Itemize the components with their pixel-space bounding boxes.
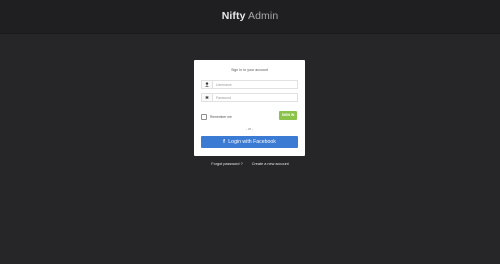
login-panel: Sign In to your account Remember me SIGN — [194, 60, 305, 156]
password-input[interactable] — [213, 93, 298, 102]
remember-me-label[interactable]: Remember me — [210, 115, 232, 120]
asterisk-icon — [205, 95, 209, 100]
create-account-link[interactable]: Create a new account — [252, 161, 289, 167]
forgot-password-link[interactable]: Forgot password ? — [211, 161, 242, 167]
user-icon — [205, 82, 209, 87]
remember-me-checkbox[interactable] — [201, 114, 207, 120]
top-bar: Nifty Admin — [0, 0, 500, 34]
password-field — [201, 93, 298, 102]
footer-links: Forgot password ? Create a new account — [0, 161, 500, 167]
signin-button[interactable]: SIGN IN — [279, 111, 297, 120]
username-addon — [201, 80, 213, 89]
brand-light-text: Admin — [248, 10, 279, 22]
username-input[interactable] — [213, 80, 298, 89]
username-field — [201, 80, 298, 89]
brand-bold-text: Nifty — [221, 10, 246, 22]
password-addon — [201, 93, 213, 102]
facebook-login-button[interactable]: f Login with Facebook — [201, 136, 298, 148]
or-divider: - or - — [246, 127, 253, 131]
login-title: Sign In to your account — [231, 68, 268, 72]
facebook-login-label: Login with Facebook — [228, 139, 276, 145]
brand-title: Nifty Admin — [0, 10, 500, 23]
facebook-icon: f — [223, 139, 225, 145]
